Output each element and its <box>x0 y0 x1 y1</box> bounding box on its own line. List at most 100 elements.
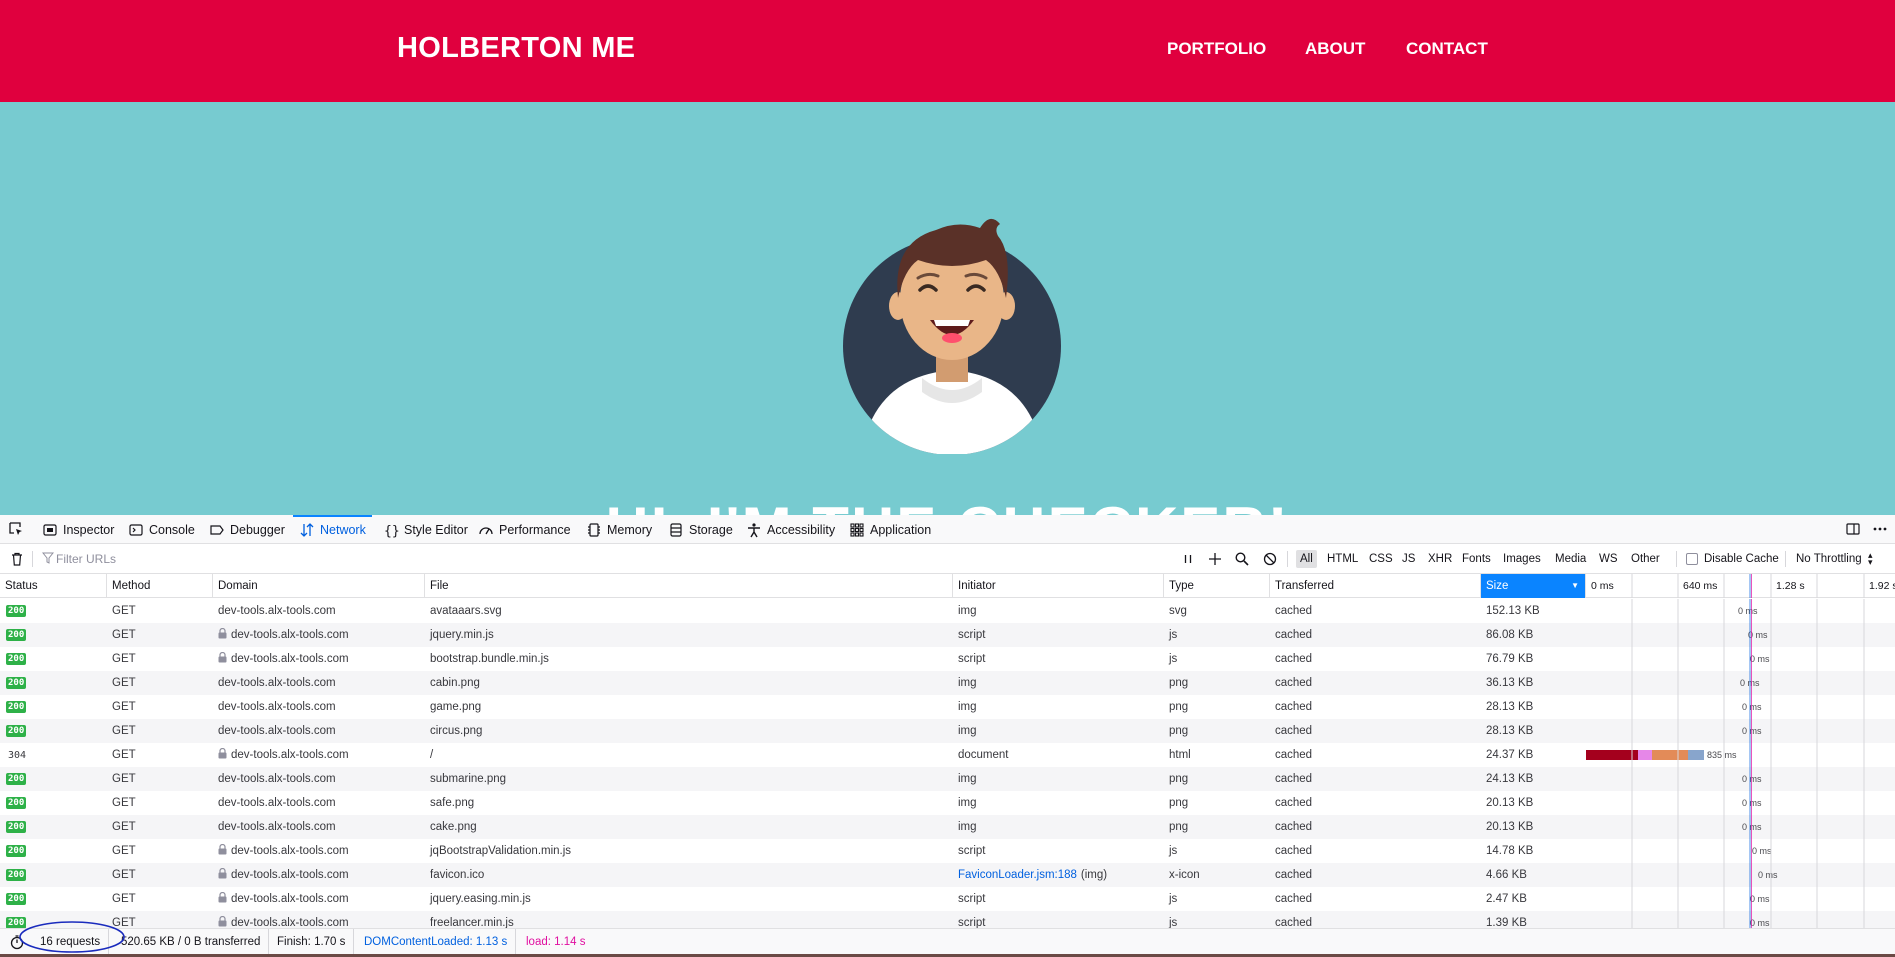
cell-file: / <box>430 749 434 761</box>
element-picker-icon[interactable] <box>8 521 24 537</box>
filter-type-fonts[interactable]: Fonts <box>1458 550 1495 568</box>
cell-initiator: img <box>958 797 977 809</box>
tab-inspector[interactable]: Inspector <box>42 515 114 544</box>
status-badge: 200 <box>6 653 27 665</box>
cell-file: bootstrap.bundle.min.js <box>430 653 549 665</box>
cell-domain: dev-tools.alx-tools.com <box>213 863 425 887</box>
cell-file: avataaars.svg <box>430 605 502 617</box>
table-row[interactable]: 200 GET dev-tools.alx-tools.com jquery.min.… <box>0 623 1895 647</box>
filter-type-js[interactable]: JS <box>1398 550 1419 568</box>
filter-type-all[interactable]: All <box>1296 550 1317 568</box>
cell-domain: dev-tools.alx-tools.com <box>213 791 425 815</box>
filter-type-media[interactable]: Media <box>1551 550 1590 568</box>
cell-size: 24.13 KB <box>1486 773 1534 785</box>
separator <box>32 551 33 567</box>
column-method[interactable]: Method <box>107 574 213 598</box>
column-initiator[interactable]: Initiator <box>953 574 1164 598</box>
cell-size: 1.39 KB <box>1486 917 1527 928</box>
table-row[interactable]: 200 GET dev-tools.alx-tools.com submarine.p… <box>0 767 1895 791</box>
filter-type-ws[interactable]: WS <box>1595 550 1622 568</box>
table-row[interactable]: 200 GET dev-tools.alx-tools.com safe.png img… <box>0 791 1895 815</box>
filter-urls-input[interactable] <box>40 549 1160 569</box>
cell-domain: dev-tools.alx-tools.com <box>213 599 425 623</box>
column-size[interactable]: Size ▼ <box>1481 574 1586 598</box>
cell-method: GET <box>112 629 136 641</box>
tab-network[interactable]: Network <box>293 515 372 544</box>
filter-type-xhr[interactable]: XHR <box>1424 550 1456 568</box>
nav-portfolio[interactable]: PORTFOLIO <box>1167 39 1266 59</box>
table-row[interactable]: 200 GET dev-tools.alx-tools.com bootstrap.b… <box>0 647 1895 671</box>
filter-type-css[interactable]: CSS <box>1365 550 1397 568</box>
cell-method: GET <box>112 869 136 881</box>
table-row[interactable]: 200 GET dev-tools.alx-tools.com jquery.easi… <box>0 887 1895 911</box>
waterfall-header[interactable]: 0 ms 640 ms 1.28 s 1.92 s <box>1586 574 1895 598</box>
table-row[interactable]: 200 GET dev-tools.alx-tools.com game.png img… <box>0 695 1895 719</box>
status-badge: 200 <box>6 869 27 881</box>
table-row[interactable]: 200 GET dev-tools.alx-tools.com avataaars.s… <box>0 599 1895 623</box>
status-badge: 200 <box>6 797 27 809</box>
cell-type: js <box>1169 917 1178 928</box>
cell-domain: dev-tools.alx-tools.com <box>213 839 425 863</box>
tab-label: Console <box>149 522 195 537</box>
tab-storage[interactable]: Storage <box>668 515 733 544</box>
disable-cache-label[interactable]: Disable Cache <box>1700 550 1783 568</box>
tab-performance[interactable]: Performance <box>478 515 571 544</box>
column-domain[interactable]: Domain <box>213 574 425 598</box>
table-row[interactable]: 200 GET dev-tools.alx-tools.com freelancer.… <box>0 911 1895 928</box>
column-status[interactable]: Status <box>0 574 107 598</box>
filter-type-images[interactable]: Images <box>1499 550 1545 568</box>
cell-size: 2.47 KB <box>1486 893 1527 905</box>
hero-section: HI, I'M THE CHECKER! <box>0 102 1895 515</box>
tab-debugger[interactable]: Debugger <box>209 515 285 544</box>
table-row[interactable]: 304 GET dev-tools.alx-tools.com / document ht… <box>0 743 1895 767</box>
table-row[interactable]: 200 GET dev-tools.alx-tools.com cabin.png im… <box>0 671 1895 695</box>
lock-icon <box>218 744 227 759</box>
disable-cache-checkbox[interactable] <box>1686 553 1698 565</box>
clear-log-trash-icon[interactable] <box>9 551 25 567</box>
column-size-label: Size <box>1486 580 1509 592</box>
tab-style-editor[interactable]: {} Style Editor <box>383 515 468 544</box>
tab-console[interactable]: Console <box>128 515 195 544</box>
summary-load: load: 1.14 s <box>526 936 586 948</box>
filter-type-html[interactable]: HTML <box>1323 550 1362 568</box>
add-request-icon[interactable] <box>1207 551 1223 567</box>
cell-file: submarine.png <box>430 773 507 785</box>
cell-initiator: img <box>958 677 977 689</box>
site-brand[interactable]: HOLBERTON ME <box>397 32 635 65</box>
nav-about[interactable]: ABOUT <box>1305 39 1365 59</box>
domain-text: dev-tools.alx-tools.com <box>218 797 336 809</box>
status-badge: 200 <box>6 821 27 833</box>
cell-transferred: cached <box>1275 653 1313 665</box>
block-requests-icon[interactable] <box>1262 551 1278 567</box>
more-options-icon[interactable] <box>1872 521 1888 537</box>
filter-type-other[interactable]: Other <box>1627 550 1664 568</box>
tab-label: Network <box>320 522 366 537</box>
column-file[interactable]: File <box>425 574 953 598</box>
table-row[interactable]: 200 GET dev-tools.alx-tools.com jqBootstrap… <box>0 839 1895 863</box>
tab-application[interactable]: Application <box>849 515 931 544</box>
nav-contact[interactable]: CONTACT <box>1406 39 1488 59</box>
table-row[interactable]: 200 GET dev-tools.alx-tools.com favicon.ico… <box>0 863 1895 887</box>
storage-icon <box>668 522 684 538</box>
table-row[interactable]: 200 GET dev-tools.alx-tools.com circus.png i… <box>0 719 1895 743</box>
cell-method: GET <box>112 773 136 785</box>
table-row[interactable]: 200 GET dev-tools.alx-tools.com cake.png img… <box>0 815 1895 839</box>
tab-memory[interactable]: Memory <box>586 515 652 544</box>
column-transferred[interactable]: Transferred <box>1270 574 1481 598</box>
cell-status: 200 <box>0 839 107 863</box>
cell-size: 86.08 KB <box>1486 629 1534 641</box>
initiator-link[interactable]: FaviconLoader.jsm:188 <box>958 869 1077 881</box>
pause-icon[interactable] <box>1180 551 1196 567</box>
cell-transferred: cached <box>1275 773 1313 785</box>
cell-transferred: cached <box>1275 749 1313 761</box>
cell-initiator: img <box>958 821 977 833</box>
status-badge: 200 <box>6 629 27 641</box>
column-type[interactable]: Type <box>1164 574 1270 598</box>
cell-status: 200 <box>0 671 107 695</box>
dock-side-icon[interactable] <box>1845 521 1861 537</box>
waterfall-header-grid <box>1631 574 1865 598</box>
throttling-select[interactable]: No Throttling <box>1792 550 1866 568</box>
search-icon[interactable] <box>1234 551 1250 567</box>
waterfall-timing-label: 0 ms <box>1742 726 1762 736</box>
tab-accessibility[interactable]: Accessibility <box>746 515 835 544</box>
